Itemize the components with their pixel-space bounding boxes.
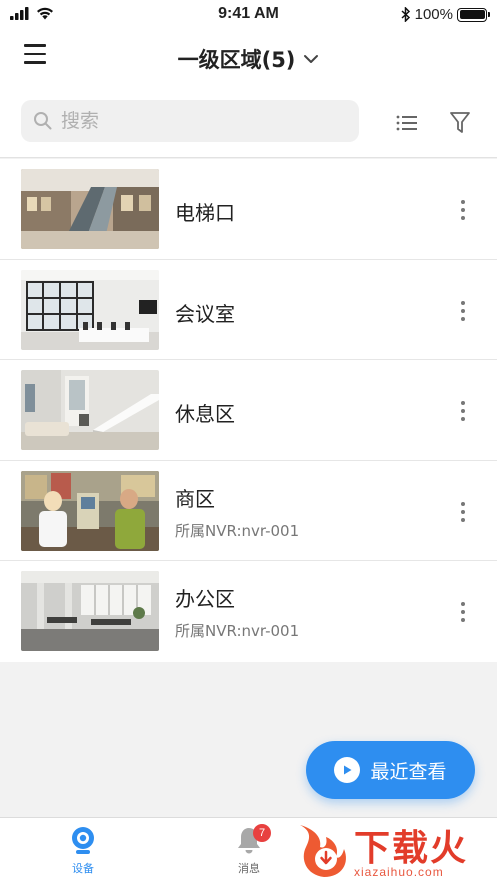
chevron-down-icon <box>304 55 319 63</box>
filter-icon <box>450 112 470 133</box>
recent-view-button[interactable]: 最近查看 <box>306 741 475 799</box>
more-options-button[interactable] <box>453 298 473 324</box>
list-icon <box>396 115 417 131</box>
bluetooth-icon <box>401 7 410 22</box>
device-name: 休息区 <box>175 402 235 426</box>
device-list: 电梯口 会议室 休息区 商区 所属NVR:nvr-001 办公区 所属NVR:n… <box>0 159 497 662</box>
device-nvr: 所属NVR:nvr-001 <box>175 521 300 540</box>
recent-view-label: 最近查看 <box>370 760 447 783</box>
list-view-button[interactable] <box>394 110 420 136</box>
flame-download-icon <box>300 825 346 877</box>
device-nvr: 所属NVR:nvr-001 <box>175 622 300 640</box>
device-row-lounge[interactable]: 休息区 <box>0 360 497 461</box>
device-row-meeting-room[interactable]: 会议室 <box>0 260 497 360</box>
device-thumbnail <box>21 370 159 450</box>
filter-button[interactable] <box>447 110 473 136</box>
region-selector[interactable]: 一级区域(5) <box>0 44 497 74</box>
status-right: 100% <box>401 6 490 23</box>
tab-messages-label: 消息 <box>238 862 260 875</box>
play-icon <box>334 757 361 783</box>
more-options-button[interactable] <box>453 499 473 525</box>
search-input[interactable] <box>61 110 341 132</box>
search-icon <box>34 112 52 130</box>
tab-messages[interactable]: 7 消息 <box>209 824 289 876</box>
battery-percent: 100% <box>414 6 453 23</box>
nav-bar: 一级区域(5) <box>0 30 497 88</box>
watermark-url: xiazaihuo.com <box>354 865 444 879</box>
device-thumbnail <box>21 269 159 350</box>
watermark-text: 下载火 <box>354 828 469 869</box>
search-box[interactable] <box>21 100 359 142</box>
device-name: 商区 <box>175 486 215 511</box>
device-thumbnail <box>21 571 159 651</box>
device-thumbnail <box>21 470 159 551</box>
tab-devices[interactable]: 设备 <box>43 826 123 876</box>
device-thumbnail <box>21 169 159 249</box>
status-bar: 9:41 AM 100% <box>0 0 497 30</box>
more-options-button[interactable] <box>453 599 473 625</box>
more-options-button[interactable] <box>453 398 473 424</box>
message-count-badge: 7 <box>253 824 271 842</box>
tab-devices-label: 设备 <box>72 862 94 875</box>
more-options-button[interactable] <box>453 197 473 223</box>
device-name: 电梯口 <box>175 201 235 225</box>
device-row-shop[interactable]: 商区 所属NVR:nvr-001 <box>0 461 497 561</box>
device-name: 会议室 <box>175 301 235 326</box>
device-row-office[interactable]: 办公区 所属NVR:nvr-001 <box>0 561 497 662</box>
page-title: 一级区域(5) <box>177 48 296 72</box>
battery-icon <box>457 7 490 22</box>
search-row <box>0 88 497 158</box>
device-name: 办公区 <box>175 587 235 611</box>
camera-icon <box>72 827 94 854</box>
device-row-elevator[interactable]: 电梯口 <box>0 159 497 260</box>
watermark-logo: 下载火 xiazaihuo.com <box>292 817 497 883</box>
